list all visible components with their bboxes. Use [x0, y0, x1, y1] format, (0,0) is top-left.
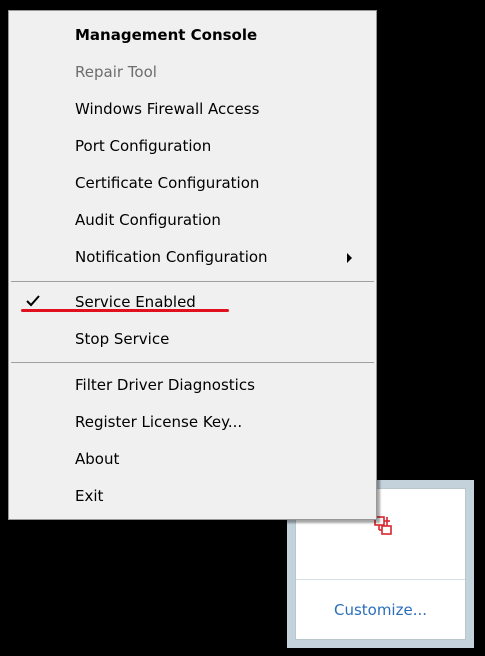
menu-item-filter-driver-diagnostics[interactable]: Filter Driver Diagnostics — [9, 367, 376, 404]
menu-item-label: Register License Key... — [75, 413, 243, 431]
menu-item-label: Certificate Configuration — [75, 174, 260, 192]
menu-item-management-console[interactable]: Management Console — [9, 17, 376, 54]
menu-item-label: Management Console — [75, 26, 258, 44]
menu-item-service-enabled[interactable]: Service Enabled — [9, 284, 376, 321]
menu-item-windows-firewall-access[interactable]: Windows Firewall Access — [9, 91, 376, 128]
red-highlight-underline — [21, 309, 229, 312]
menu-item-stop-service[interactable]: Stop Service — [9, 321, 376, 358]
menu-item-label: Windows Firewall Access — [75, 100, 260, 118]
menu-item-label: Exit — [75, 487, 104, 505]
menu-item-label: Repair Tool — [75, 63, 157, 81]
checkmark-icon — [26, 295, 40, 307]
menu-separator — [11, 281, 374, 282]
menu-item-label: About — [75, 450, 120, 468]
menu-item-about[interactable]: About — [9, 441, 376, 478]
menu-item-exit[interactable]: Exit — [9, 478, 376, 515]
menu-separator — [11, 362, 374, 363]
customize-link[interactable]: Customize... — [296, 589, 465, 631]
menu-item-label: Notification Configuration — [75, 248, 268, 266]
menu-item-register-license-key[interactable]: Register License Key... — [9, 404, 376, 441]
menu-item-certificate-configuration[interactable]: Certificate Configuration — [9, 165, 376, 202]
menu-item-audit-configuration[interactable]: Audit Configuration — [9, 202, 376, 239]
menu-item-repair-tool: Repair Tool — [9, 54, 376, 91]
menu-item-notification-configuration[interactable]: Notification Configuration — [9, 239, 376, 276]
submenu-arrow-icon — [347, 253, 352, 263]
menu-item-label: Stop Service — [75, 330, 170, 348]
context-menu: Management Console Repair Tool Windows F… — [8, 10, 377, 520]
flyout-divider — [296, 579, 465, 580]
menu-item-port-configuration[interactable]: Port Configuration — [9, 128, 376, 165]
menu-item-label: Audit Configuration — [75, 211, 221, 229]
menu-item-label: Filter Driver Diagnostics — [75, 376, 255, 394]
menu-item-label: Port Configuration — [75, 137, 212, 155]
